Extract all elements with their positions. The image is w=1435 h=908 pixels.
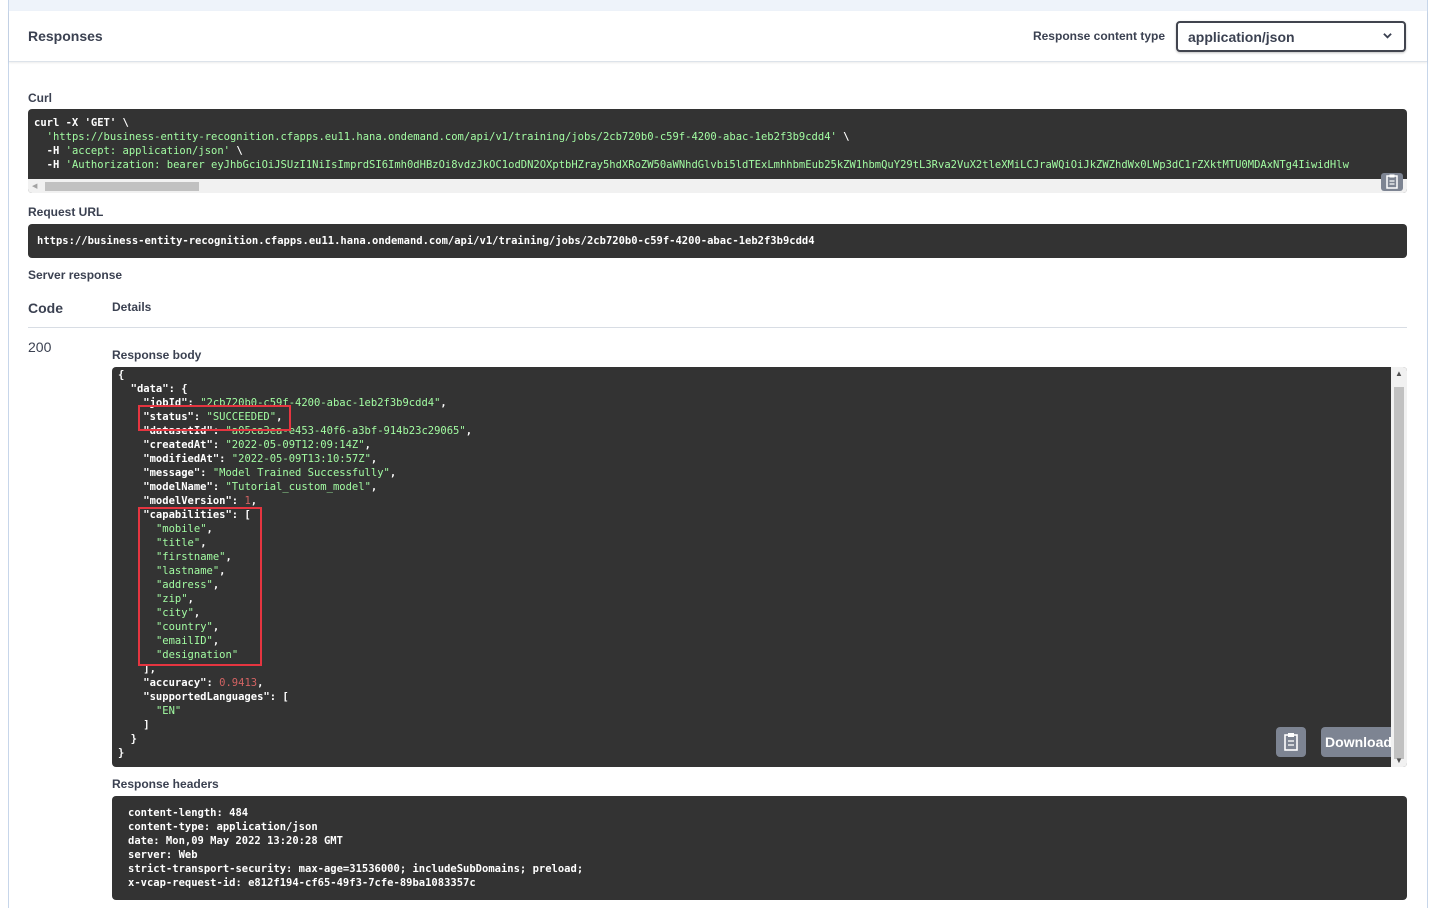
response-headers-label: Response headers [112,777,219,791]
scroll-left-icon[interactable]: ◀ [32,182,37,190]
curl-horizontal-scrollbar[interactable]: ◀ [28,179,1407,193]
curl-flag-accept: -H [46,145,66,157]
response-headers-block[interactable]: content-length: 484 content-type: applic… [112,796,1407,900]
responses-header: Responses Response content type applicat… [9,11,1427,62]
responses-panel: Responses Response content type applicat… [8,0,1428,908]
scroll-up-icon[interactable]: ▲ [1395,369,1403,378]
curl-code: curl -X 'GET' \ 'https://business-entity… [34,116,1349,172]
download-button[interactable]: Download [1321,727,1396,757]
model-version-value: 1 [244,495,251,507]
curl-url: 'https://business-entity-recognition.cfa… [46,131,837,143]
status-code: 200 [28,339,52,355]
server-response-label: Server response [28,268,123,282]
header-line: server: Web [128,849,198,861]
clipboard-icon [1284,733,1298,751]
responses-title: Responses [28,28,103,44]
request-url-label: Request URL [28,205,104,219]
table-divider [28,327,1407,328]
scrollbar-thumb[interactable] [45,182,199,191]
message-value: Model Trained Successfully [219,467,384,479]
created-at-value: 2022-05-09T12:09:14Z [231,439,359,451]
chevron-down-icon [1383,33,1392,39]
curl-line-3-tail: \ [230,145,243,157]
body-vertical-scrollbar[interactable]: ▲ ▼ [1391,367,1407,767]
details-column-header: Details [112,300,152,314]
language-item: EN [162,705,175,717]
content-type-select[interactable]: application/json [1176,21,1406,52]
curl-line-2-tail: \ [836,131,850,143]
scrollbar-thumb[interactable] [1394,387,1404,759]
top-strip [9,0,1427,11]
accuracy-value: 0.9413 [219,677,258,689]
model-name-value: Tutorial_custom_model [231,481,365,493]
curl-block[interactable]: curl -X 'GET' \ 'https://business-entity… [28,109,1407,193]
header-line: date: Mon,09 May 2022 13:20:28 GMT [128,835,343,847]
status-highlight-box [138,405,291,431]
response-headers-text: content-length: 484 content-type: applic… [128,806,583,890]
copy-curl-button[interactable] [1381,173,1403,191]
curl-accept-header: 'accept: application/json' [65,145,230,157]
curl-auth-header: 'Authorization: bearer eyJhbGciOiJSUzI1N… [65,159,1349,171]
code-column-header: Code [28,300,63,316]
curl-flag-auth: -H [46,159,66,171]
modified-at-value: 2022-05-09T13:10:57Z [238,453,365,465]
content-type-label: Response content type [1032,29,1165,43]
response-body-block[interactable]: { "data": { "jobId": "2cb720b0-c59f-4200… [112,367,1407,767]
curl-line-1: curl -X 'GET' \ [34,117,129,129]
header-line: content-type: application/json [128,821,318,833]
response-body-label: Response body [112,348,202,362]
curl-label: Curl [28,91,52,105]
header-line: x-vcap-request-id: e812f194-cf65-49f3-7c… [128,877,476,889]
header-line: content-length: 484 [128,807,249,819]
header-line: strict-transport-security: max-age=31536… [128,863,584,875]
request-url-value: https://business-entity-recognition.cfap… [37,235,815,247]
copy-body-button[interactable] [1276,727,1306,757]
scroll-down-icon[interactable]: ▼ [1395,756,1403,765]
request-url-block[interactable]: https://business-entity-recognition.cfap… [28,224,1407,258]
clipboard-icon [1386,174,1398,189]
content-type-value: application/json [1188,29,1295,45]
capabilities-highlight-box [138,507,262,666]
